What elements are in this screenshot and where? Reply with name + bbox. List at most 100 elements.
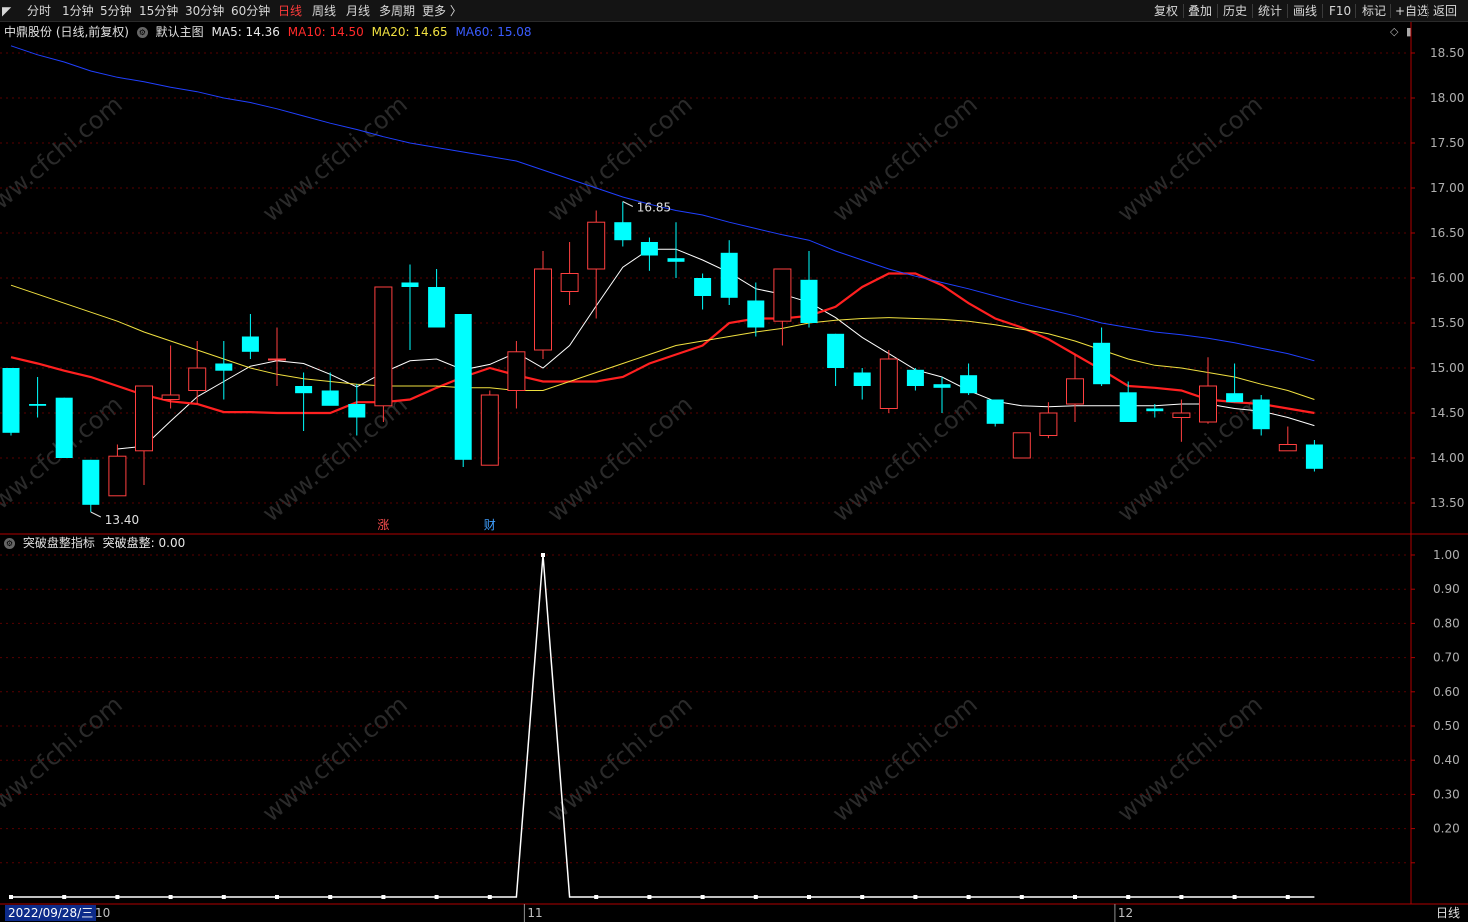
candle-body	[827, 333, 845, 368]
price-tick-label: 18.00	[1430, 91, 1464, 105]
indicator-point	[275, 895, 279, 899]
indicator-point	[115, 895, 120, 899]
candle-body	[667, 258, 685, 262]
candle-body	[534, 268, 552, 351]
candle-body	[1278, 444, 1297, 452]
candle-body	[1199, 385, 1217, 423]
candle-body	[560, 273, 579, 292]
candle-body	[640, 242, 658, 256]
indicator-point	[913, 895, 918, 899]
watermark-text: www.cfchi.com	[257, 690, 413, 827]
candle-body	[906, 369, 924, 386]
indicator-point	[487, 895, 492, 899]
low-marker-pointer	[90, 511, 102, 518]
candle-body	[188, 367, 207, 391]
cursor-date: 2022/09/28/三	[5, 905, 97, 921]
candle-body	[374, 286, 393, 407]
price-tick-label: 14.50	[1430, 406, 1464, 420]
period-label: 日线	[1435, 906, 1460, 920]
candle-body	[1305, 444, 1323, 469]
candle-body	[215, 363, 233, 371]
indicator-tick-label: 0.90	[1433, 582, 1460, 596]
indicator-point	[753, 895, 758, 899]
candle-body	[773, 268, 792, 322]
candle-body	[295, 386, 313, 394]
indicator-point	[434, 895, 439, 899]
candle-body	[694, 278, 712, 296]
candle-body	[879, 358, 898, 409]
candle-body	[108, 455, 127, 497]
high-marker-pointer	[622, 201, 634, 207]
price-tick-label: 13.50	[1430, 496, 1464, 510]
price-tick-label: 15.00	[1430, 361, 1464, 375]
month-label: 11	[527, 906, 542, 920]
candle-body	[454, 314, 472, 460]
candle-body	[348, 404, 366, 418]
price-tick-label: 17.00	[1430, 181, 1464, 195]
price-tick-label: 16.00	[1430, 271, 1464, 285]
ma10-line	[10, 272, 1315, 415]
indicator-tick-label: 0.30	[1433, 787, 1460, 801]
watermark-text: www.cfchi.com	[827, 90, 983, 227]
kline-chart[interactable]: www.cfchi.com www.cfchi.com www.cfchi.com w…	[0, 0, 1468, 922]
event-tag-cai: 财	[484, 518, 496, 532]
watermark-text: www.cfchi.com	[1112, 90, 1268, 227]
candle-body	[55, 397, 73, 458]
candle-body	[1066, 378, 1084, 405]
candle-body	[1146, 408, 1164, 412]
watermark-text: www.cfchi.com	[0, 690, 128, 827]
indicator-tick-label: 0.60	[1433, 685, 1460, 699]
indicator-point	[1285, 895, 1290, 899]
indicator-point	[1126, 895, 1131, 899]
indicator-tick-label: 0.50	[1433, 719, 1460, 733]
indicator-point	[1019, 895, 1024, 899]
indicator-point	[1232, 895, 1237, 899]
watermark-text: www.cfchi.com	[257, 90, 413, 227]
indicator-point	[1073, 895, 1077, 899]
watermark-text: www.cfchi.com	[1112, 690, 1268, 827]
price-tick-label: 15.50	[1430, 316, 1464, 330]
month-label: 12	[1118, 906, 1133, 920]
candle-body	[29, 404, 47, 406]
candle-body	[853, 372, 871, 386]
candle-body	[986, 399, 1004, 424]
indicator-point	[647, 895, 652, 899]
candle-body	[587, 221, 606, 270]
price-tick-label: 16.50	[1430, 226, 1464, 240]
candle-body	[480, 394, 499, 466]
indicator-point	[594, 895, 599, 899]
candle-body	[747, 300, 765, 328]
candle-body	[1012, 432, 1031, 459]
candle-body	[1172, 412, 1191, 418]
month-label: 10	[95, 906, 110, 920]
candle-body	[720, 252, 738, 298]
watermark-text: www.cfchi.com	[0, 90, 128, 227]
candle-body	[428, 287, 446, 328]
indicator-point	[328, 895, 333, 899]
indicator-point	[1179, 895, 1184, 899]
candle-body	[82, 459, 100, 505]
indicator-point	[381, 895, 386, 899]
candle-body	[321, 390, 339, 406]
candle-body	[135, 385, 153, 452]
indicator-point	[9, 895, 13, 899]
candle-body	[241, 336, 259, 352]
candlesticks	[2, 201, 1323, 512]
indicator-tick-label: 0.20	[1433, 822, 1460, 836]
indicator-point	[860, 895, 865, 899]
indicator-point	[966, 895, 971, 899]
indicator-point	[807, 895, 811, 899]
price-tick-label: 17.50	[1430, 136, 1464, 150]
candle-body	[268, 358, 286, 361]
candle-body	[161, 394, 180, 400]
price-tick-label: 14.00	[1430, 451, 1464, 465]
candle-body	[1093, 342, 1111, 385]
watermark-text: www.cfchi.com	[827, 690, 983, 827]
indicator-point	[221, 895, 226, 899]
high-marker-label: 16.85	[637, 201, 671, 215]
candle-body	[507, 351, 526, 391]
indicator-point	[62, 895, 67, 899]
chart-grid	[0, 22, 1468, 905]
candle-body	[800, 279, 818, 323]
candle-body	[614, 222, 632, 241]
